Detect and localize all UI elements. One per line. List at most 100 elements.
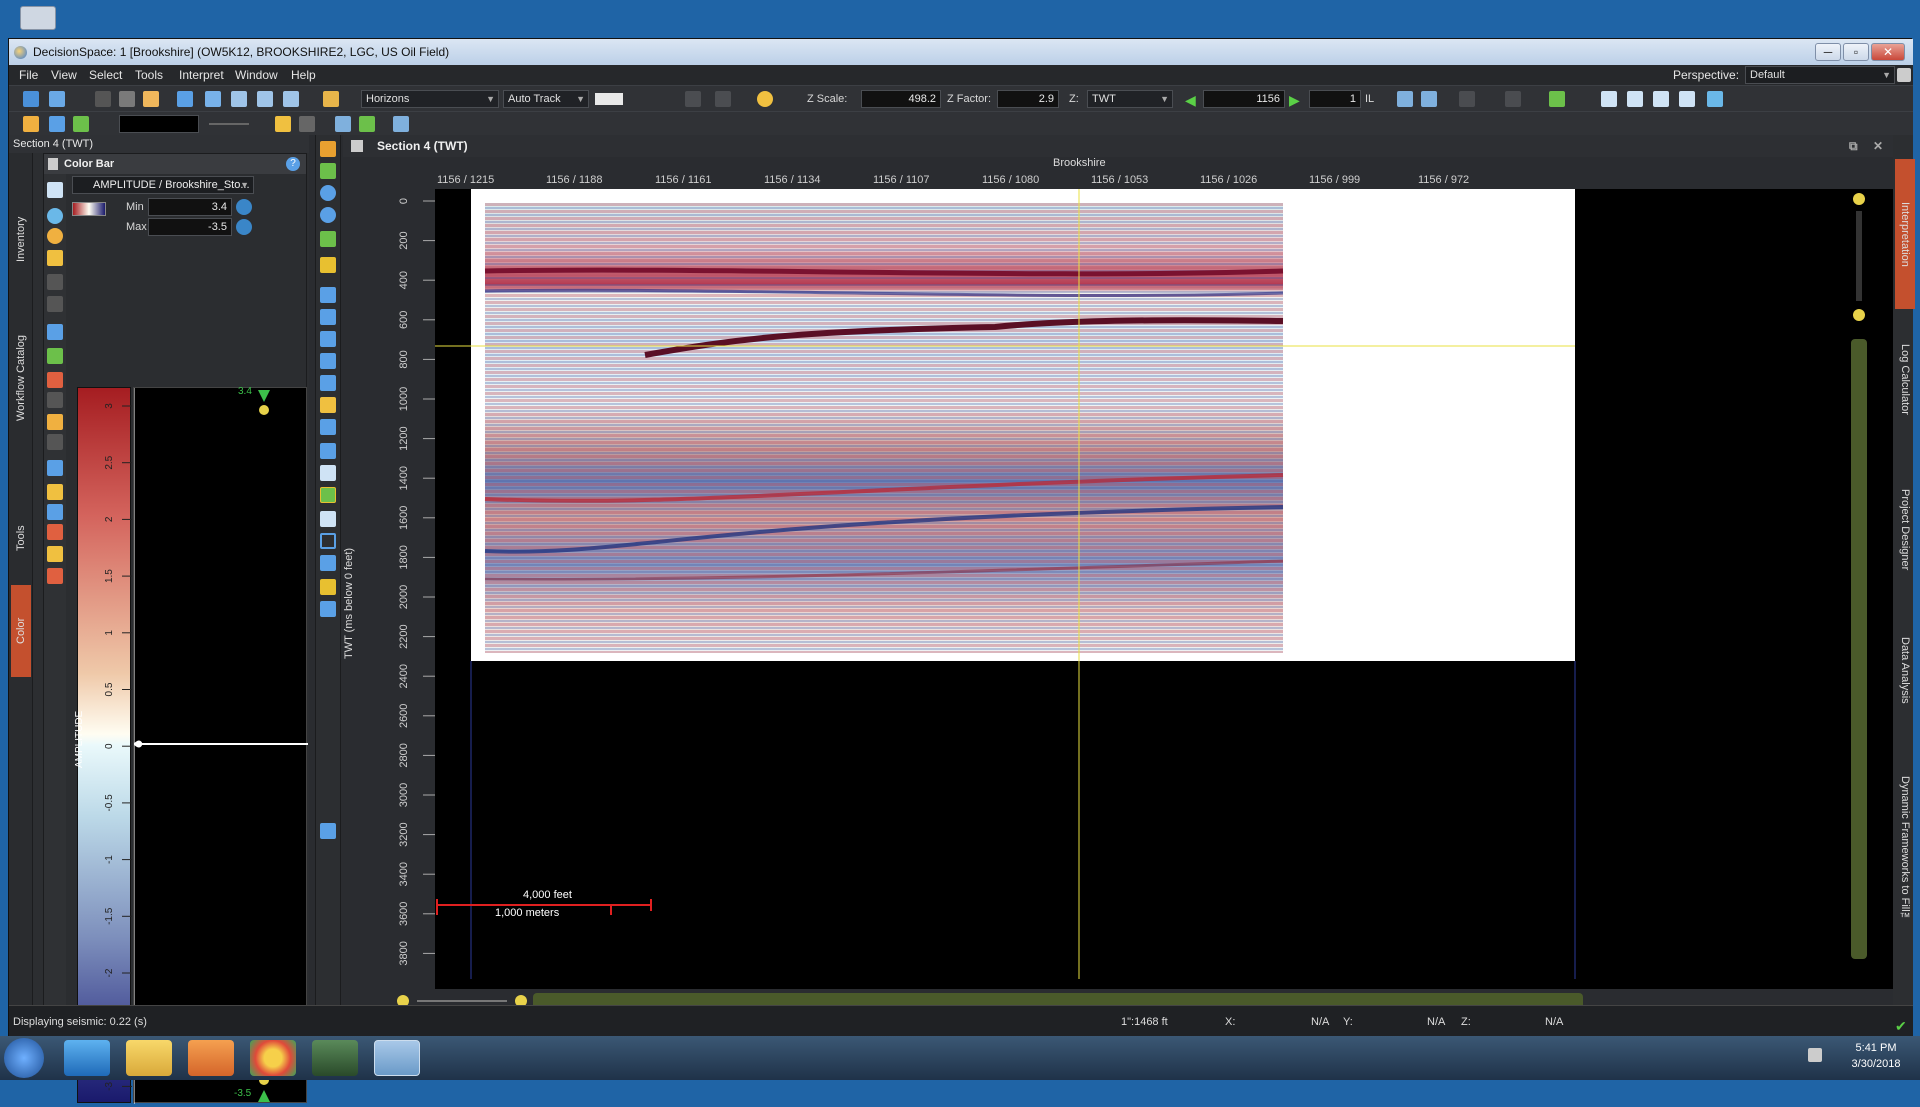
bookmark-icon[interactable] [1459, 91, 1475, 107]
map-icon[interactable] [1421, 91, 1437, 107]
autotrack-select[interactable]: Auto Track ▼ [503, 90, 589, 108]
well-tool-icon[interactable] [320, 419, 336, 435]
fault-tool-icon[interactable] [320, 309, 336, 325]
tab-dynamic-frameworks[interactable]: Dynamic Frameworks to Fill™ [1895, 745, 1915, 955]
chrome-icon[interactable] [250, 1040, 296, 1076]
frame-icon[interactable] [320, 533, 336, 549]
explorer-icon[interactable] [126, 1040, 172, 1076]
open-icon[interactable] [49, 91, 65, 107]
zoom-icon[interactable] [320, 185, 336, 201]
horizons-select[interactable]: Horizons ▼ [361, 90, 499, 108]
list-icon[interactable] [299, 116, 315, 132]
vertical-scrollbar[interactable] [1851, 339, 1867, 959]
ruler-icon[interactable] [393, 116, 409, 132]
hand-icon[interactable] [320, 465, 336, 481]
undo-color-icon[interactable] [47, 274, 63, 290]
close-viewer-icon[interactable]: ✕ [1873, 135, 1883, 157]
monitor-icon[interactable] [1679, 91, 1695, 107]
polygon-tool-icon[interactable] [320, 353, 336, 369]
flag-icon[interactable] [47, 372, 63, 388]
color-ramp[interactable]: 32.521.510.50-0.5-1-1.5-2-2.5-3 AMPLITUD… [74, 387, 132, 1103]
redo-icon[interactable] [715, 91, 731, 107]
bookmark-add-icon[interactable] [1505, 91, 1521, 107]
stretch-icon[interactable] [47, 460, 63, 476]
color-swatch[interactable] [595, 93, 623, 105]
key-icon[interactable] [1549, 91, 1565, 107]
tab-data-analysis[interactable]: Data Analysis [1895, 615, 1915, 725]
menu-interpret[interactable]: Interpret [179, 65, 224, 85]
sun-icon[interactable] [757, 91, 773, 107]
media-player-icon[interactable] [188, 1040, 234, 1076]
new-session-icon[interactable] [23, 91, 39, 107]
pick-icon[interactable] [320, 257, 336, 273]
grid-off-icon[interactable] [47, 434, 63, 450]
add-node-icon[interactable] [47, 348, 63, 364]
pan-icon[interactable] [320, 231, 336, 247]
top-marker-icon[interactable] [258, 390, 270, 402]
perspective-select[interactable]: Default ▼ [1745, 66, 1895, 84]
menu-select[interactable]: Select [89, 65, 122, 85]
vertical-zoom-in-icon[interactable] [1853, 193, 1865, 205]
tab-color[interactable]: Color [11, 585, 31, 677]
previous-inline-icon[interactable]: ◀ [1185, 92, 1196, 109]
load-colormap-icon[interactable] [47, 250, 63, 266]
horizontal-zoom-slider[interactable] [417, 1000, 507, 1002]
menu-window[interactable]: Window [235, 65, 278, 85]
horizon-tool-icon[interactable] [320, 331, 336, 347]
z-scale-input[interactable]: 498.2 [861, 90, 941, 108]
vertical-zoom-slider[interactable] [1856, 211, 1862, 301]
cascade-windows-icon[interactable] [1627, 91, 1643, 107]
split-icon[interactable] [47, 504, 63, 520]
pin-icon[interactable] [1897, 68, 1911, 82]
maximize-button[interactable]: ▫ [1843, 43, 1869, 61]
recycle-bin-icon[interactable] [20, 6, 56, 30]
close-button[interactable]: ✕ [1871, 43, 1905, 61]
bookmark-color-icon[interactable] [47, 524, 63, 540]
selection-field[interactable] [119, 115, 199, 133]
pointer-icon[interactable] [320, 141, 336, 157]
z-domain-select[interactable]: TWT ▼ [1087, 90, 1173, 108]
minimize-button[interactable]: ─ [1815, 43, 1841, 61]
opacity-slider[interactable] [209, 123, 249, 125]
wand-icon[interactable] [143, 91, 159, 107]
crosshair-icon[interactable] [359, 116, 375, 132]
float-window-icon[interactable]: ⧉ [1849, 135, 1858, 157]
arrow-tool-icon[interactable] [320, 287, 336, 303]
zoom-box-icon[interactable] [320, 163, 336, 179]
table-icon[interactable] [47, 546, 63, 562]
z-factor-input[interactable]: 2.9 [997, 90, 1059, 108]
truck-icon[interactable] [320, 397, 336, 413]
measure-icon[interactable] [177, 91, 193, 107]
snapshot-icon[interactable] [320, 487, 336, 503]
list-view-icon[interactable] [47, 182, 63, 198]
export-icon[interactable] [47, 484, 63, 500]
cube-icon[interactable] [320, 375, 336, 391]
tile-windows-icon[interactable] [1601, 91, 1617, 107]
tab-interpretation[interactable]: Interpretation [1895, 159, 1915, 309]
rotate-icon[interactable] [320, 207, 336, 223]
seismic-plot[interactable]: 4,000 feet 1,000 meters [435, 189, 1875, 979]
refresh-icon[interactable] [47, 208, 63, 224]
zoom-top-icon[interactable] [259, 405, 269, 415]
save-icon[interactable] [95, 91, 111, 107]
camera-icon[interactable] [283, 91, 299, 107]
palette-select-icon[interactable] [47, 228, 63, 244]
clock-time[interactable]: 5:41 PM [1846, 1042, 1906, 1054]
lock-icon[interactable] [119, 91, 135, 107]
interpolate-icon[interactable] [47, 324, 63, 340]
menu-help[interactable]: Help [291, 65, 316, 85]
max-value-input[interactable]: -3.5 [148, 218, 232, 236]
inline-number-input[interactable]: 1156 [1203, 90, 1285, 108]
reset-min-icon[interactable] [236, 199, 252, 215]
bars-icon[interactable] [47, 414, 63, 430]
sync-icon[interactable] [1707, 91, 1723, 107]
min-value-input[interactable]: 3.4 [148, 198, 232, 216]
speaker-icon[interactable] [1808, 1048, 1822, 1062]
inline-step-input[interactable]: 1 [1309, 90, 1361, 108]
tab-inventory[interactable]: Inventory [11, 193, 31, 285]
tab-log-calculator[interactable]: Log Calculator [1895, 319, 1915, 439]
brush-icon[interactable] [320, 579, 336, 595]
tab-workflow-catalog[interactable]: Workflow Catalog [11, 303, 31, 453]
line-tool-icon[interactable] [320, 443, 336, 459]
print-icon[interactable] [47, 568, 63, 584]
